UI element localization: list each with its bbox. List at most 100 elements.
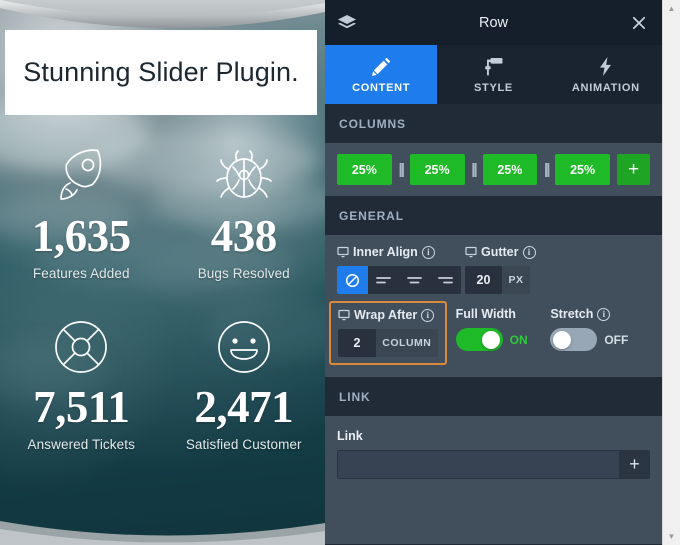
scrollbar-track[interactable] — [663, 17, 680, 528]
full-width-toggle[interactable] — [455, 328, 503, 351]
tab-style-label: STYLE — [474, 82, 513, 94]
lightning-bolt-icon — [595, 55, 616, 77]
info-icon[interactable]: i — [421, 308, 435, 322]
columns-row: 25% || 25% || 25% || 25% + — [325, 143, 662, 196]
editor-panel: Row CONTENT STYLE ANIMATION COLUMNS 25% … — [325, 0, 680, 545]
slider-headline-box: Stunning Slider Plugin. — [5, 30, 317, 115]
close-icon[interactable] — [628, 12, 650, 34]
stretch-label: Stretch — [550, 307, 594, 321]
stat-item: 1,635 Features Added — [0, 138, 163, 281]
page-title: Row — [478, 14, 508, 31]
stretch-label-row: Stretch i — [550, 307, 650, 321]
gutter-unit-selector[interactable]: PX — [502, 266, 530, 294]
info-icon[interactable]: i — [597, 307, 611, 321]
toggle-knob — [481, 330, 500, 349]
panel-scrollbar[interactable]: ▲ ▼ — [662, 0, 680, 545]
link-input[interactable] — [337, 450, 619, 479]
stat-item: 438 Bugs Resolved — [163, 138, 326, 281]
full-width-state: ON — [509, 332, 528, 347]
slider-stats-grid: 1,635 Features Added 438 Bugs Resolved 7… — [0, 138, 325, 452]
smiley-icon — [163, 309, 326, 385]
column-resize-handle[interactable]: || — [465, 161, 483, 178]
stat-item: 7,511 Answered Tickets — [0, 309, 163, 452]
wrap-after-group: Wrap After i 2 COLUMN — [329, 301, 447, 365]
stretch-group: Stretch i OFF — [550, 307, 650, 351]
stat-value: 2,471 — [194, 382, 294, 432]
align-center-icon[interactable] — [399, 266, 430, 294]
info-icon[interactable]: i — [421, 245, 435, 259]
stat-label: Bugs Resolved — [197, 266, 290, 281]
panel-body: COLUMNS 25% || 25% || 25% || 25% + GENER… — [325, 104, 662, 545]
align-left-icon[interactable] — [368, 266, 399, 294]
columns-section-body: 25% || 25% || 25% || 25% + — [325, 143, 662, 196]
wrap-after-label: Wrap After — [354, 308, 418, 322]
column-chip[interactable]: 25% — [482, 154, 538, 185]
stat-value: 438 — [210, 211, 277, 261]
pencil-icon — [371, 55, 392, 77]
stat-item: 2,471 Satisfied Customer — [163, 309, 326, 452]
section-heading-columns: COLUMNS — [325, 104, 662, 143]
add-column-button[interactable]: + — [617, 154, 650, 185]
stretch-state: OFF — [604, 332, 629, 347]
app-root: Stunning Slider Plugin. 1,635 Features A… — [0, 0, 680, 545]
panel-tabs: CONTENT STYLE ANIMATION — [325, 45, 662, 104]
link-section-body: Link + — [325, 416, 662, 544]
gutter-value-input[interactable]: 20 — [465, 266, 502, 294]
stat-label: Answered Tickets — [27, 437, 135, 452]
gutter-input-group: 20 PX — [465, 266, 530, 294]
paint-roller-icon — [483, 55, 504, 77]
stretch-toggle[interactable] — [550, 328, 598, 351]
general-row-align-gutter: Inner Align i Gutter i 20 PX — [337, 245, 650, 294]
wrap-after-input-group: 2 COLUMN — [338, 329, 438, 357]
scroll-down-arrow-icon[interactable]: ▼ — [663, 528, 680, 545]
link-field-label: Link — [337, 429, 363, 443]
full-width-toggle-wrap: ON — [455, 328, 551, 351]
tab-content[interactable]: CONTENT — [325, 45, 438, 104]
rocket-icon — [0, 138, 163, 214]
monitor-icon — [465, 246, 477, 258]
general-row-wrap-toggles: Wrap After i 2 COLUMN Full Width ON Stre… — [329, 301, 650, 365]
tab-content-label: CONTENT — [352, 82, 411, 94]
layers-icon[interactable] — [337, 12, 359, 34]
tab-animation[interactable]: ANIMATION — [550, 45, 662, 104]
none-icon[interactable] — [337, 266, 368, 294]
toggle-knob — [553, 330, 572, 349]
wrap-after-unit-label[interactable]: COLUMN — [376, 329, 438, 357]
section-heading-general: GENERAL — [325, 196, 662, 235]
inner-align-label: Inner Align — [353, 245, 418, 259]
wrap-after-value-input[interactable]: 2 — [338, 329, 376, 357]
slider-preview: Stunning Slider Plugin. 1,635 Features A… — [0, 0, 325, 545]
tab-style[interactable]: STYLE — [437, 45, 549, 104]
column-chip[interactable]: 25% — [409, 154, 465, 185]
section-heading-link: LINK — [325, 377, 662, 416]
scroll-up-arrow-icon[interactable]: ▲ — [663, 0, 680, 17]
inner-align-group: Inner Align i — [337, 245, 465, 294]
info-icon[interactable]: i — [522, 245, 536, 259]
stat-label: Satisfied Customer — [185, 437, 302, 452]
slider-headline-text: Stunning Slider Plugin. — [23, 56, 299, 87]
full-width-label: Full Width — [455, 307, 516, 321]
full-width-group: Full Width ON — [455, 307, 551, 351]
monitor-icon — [338, 309, 350, 321]
column-resize-handle[interactable]: || — [537, 161, 555, 178]
inner-align-label-row: Inner Align i — [337, 245, 465, 259]
align-right-icon[interactable] — [430, 266, 461, 294]
gutter-label: Gutter — [481, 245, 519, 259]
wrap-after-label-row: Wrap After i — [338, 308, 438, 322]
general-section-body: Inner Align i Gutter i 20 PX Wrap After … — [325, 235, 662, 377]
add-link-button[interactable]: + — [619, 450, 650, 479]
column-chip[interactable]: 25% — [337, 154, 392, 185]
link-input-row: + — [337, 450, 650, 479]
tab-animation-label: ANIMATION — [571, 82, 640, 94]
editor-panel-inner: Row CONTENT STYLE ANIMATION COLUMNS 25% … — [325, 0, 662, 545]
gutter-label-row: Gutter i — [465, 245, 585, 259]
stretch-toggle-wrap: OFF — [550, 328, 650, 351]
stat-value: 7,511 — [33, 382, 130, 432]
panel-titlebar: Row — [325, 0, 662, 45]
bug-icon — [163, 138, 326, 214]
column-chip[interactable]: 25% — [555, 154, 610, 185]
inner-align-segmented-control — [337, 266, 461, 294]
lifebuoy-icon — [0, 309, 163, 385]
stat-value: 1,635 — [31, 211, 131, 261]
column-resize-handle[interactable]: || — [392, 161, 410, 178]
